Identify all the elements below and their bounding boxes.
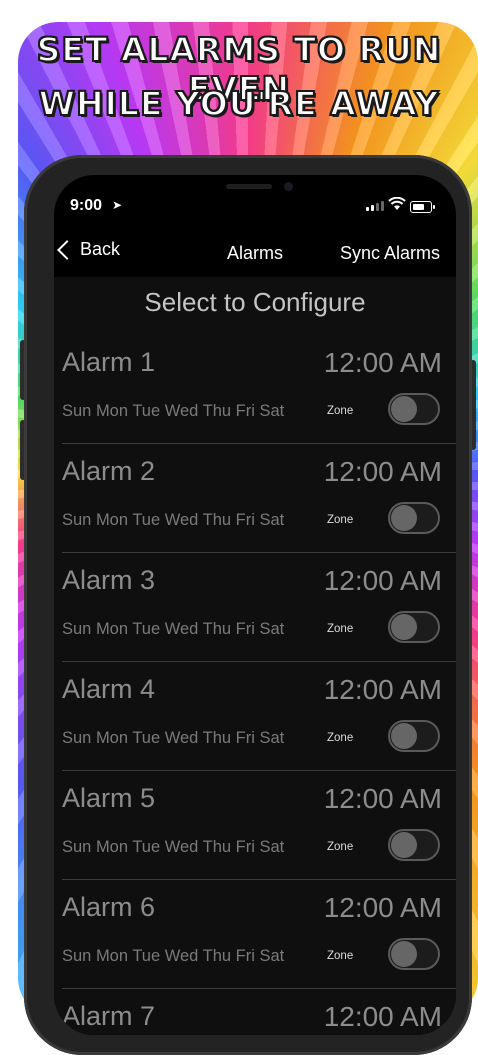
alarm-row-1[interactable]: Alarm 1 12:00 AM Sun Mon Tue Wed Thu Fri…: [62, 335, 456, 444]
alarm-name: Alarm 7: [62, 1001, 156, 1031]
alarm-row-6[interactable]: Alarm 6 12:00 AM Sun Mon Tue Wed Thu Fri…: [62, 880, 456, 989]
alarm-toggle[interactable]: [388, 829, 440, 861]
navigation-bar: Back Alarms Sync Alarms: [54, 231, 456, 277]
back-button[interactable]: Back: [54, 239, 120, 260]
alarm-toggle[interactable]: [388, 502, 440, 534]
zone-label: Zone: [327, 841, 354, 853]
sync-alarms-button[interactable]: Sync Alarms: [340, 243, 440, 264]
toggle-knob: [391, 396, 417, 422]
notch: [148, 175, 354, 207]
alarm-days: Sun Mon Tue Wed Thu Fri Sat: [62, 511, 285, 529]
front-camera: [284, 182, 293, 191]
alarm-time: 12:00 AM: [323, 347, 442, 378]
alarm-toggle[interactable]: [388, 611, 440, 643]
alarm-time: 12:00 AM: [323, 1001, 442, 1032]
chevron-left-icon: [57, 239, 77, 260]
alarm-toggle[interactable]: [388, 938, 440, 970]
headline-line-2: While You're Away: [38, 83, 440, 124]
alarm-row-3[interactable]: Alarm 3 12:00 AM Sun Mon Tue Wed Thu Fri…: [62, 553, 456, 662]
wifi-icon: [388, 197, 406, 210]
alarm-time: 12:00 AM: [323, 565, 442, 596]
zone-label: Zone: [327, 950, 354, 962]
section-title: Select to Configure: [144, 287, 366, 317]
phone-screen: 9:00 ➤ Back Alarms Sync Alarms Select to…: [54, 175, 456, 1035]
back-label: Back: [80, 239, 121, 259]
toggle-knob: [391, 941, 417, 967]
toggle-knob: [391, 832, 417, 858]
alarm-toggle[interactable]: [388, 393, 440, 425]
location-arrow-icon: ➤: [112, 198, 123, 212]
alarm-name: Alarm 2: [62, 456, 156, 486]
alarm-time: 12:00 AM: [323, 892, 442, 923]
alarm-days: Sun Mon Tue Wed Thu Fri Sat: [62, 729, 285, 747]
speaker-grille: [226, 184, 272, 189]
alarm-time: 12:00 AM: [323, 783, 442, 814]
toggle-knob: [391, 614, 417, 640]
zone-label: Zone: [327, 405, 354, 417]
status-time: 9:00: [70, 197, 103, 214]
alarm-days: Sun Mon Tue Wed Thu Fri Sat: [62, 838, 285, 856]
alarm-toggle[interactable]: [388, 720, 440, 752]
zone-label: Zone: [327, 732, 354, 744]
alarm-days: Sun Mon Tue Wed Thu Fri Sat: [62, 620, 285, 638]
alarm-name: Alarm 4: [62, 674, 156, 704]
alarm-name: Alarm 3: [62, 565, 156, 595]
alarm-time: 12:00 AM: [323, 456, 442, 487]
alarm-row-4[interactable]: Alarm 4 12:00 AM Sun Mon Tue Wed Thu Fri…: [62, 662, 456, 771]
alarm-row-7[interactable]: Alarm 7 12:00 AM: [62, 989, 456, 1035]
toggle-knob: [391, 723, 417, 749]
alarm-days: Sun Mon Tue Wed Thu Fri Sat: [62, 947, 285, 965]
alarm-row-2[interactable]: Alarm 2 12:00 AM Sun Mon Tue Wed Thu Fri…: [62, 444, 456, 553]
alarm-name: Alarm 5: [62, 783, 156, 813]
battery-icon: [410, 201, 435, 213]
alarm-name: Alarm 1: [62, 347, 156, 377]
alarm-days: Sun Mon Tue Wed Thu Fri Sat: [62, 402, 285, 420]
alarm-list: Select to Configure Alarm 1 12:00 AM Sun…: [54, 277, 456, 1035]
toggle-knob: [391, 505, 417, 531]
zone-label: Zone: [327, 514, 354, 526]
alarm-time: 12:00 AM: [323, 674, 442, 705]
signal-icon: [366, 201, 384, 211]
zone-label: Zone: [327, 623, 354, 635]
alarm-name: Alarm 6: [62, 892, 156, 922]
alarm-row-5[interactable]: Alarm 5 12:00 AM Sun Mon Tue Wed Thu Fri…: [62, 771, 456, 880]
